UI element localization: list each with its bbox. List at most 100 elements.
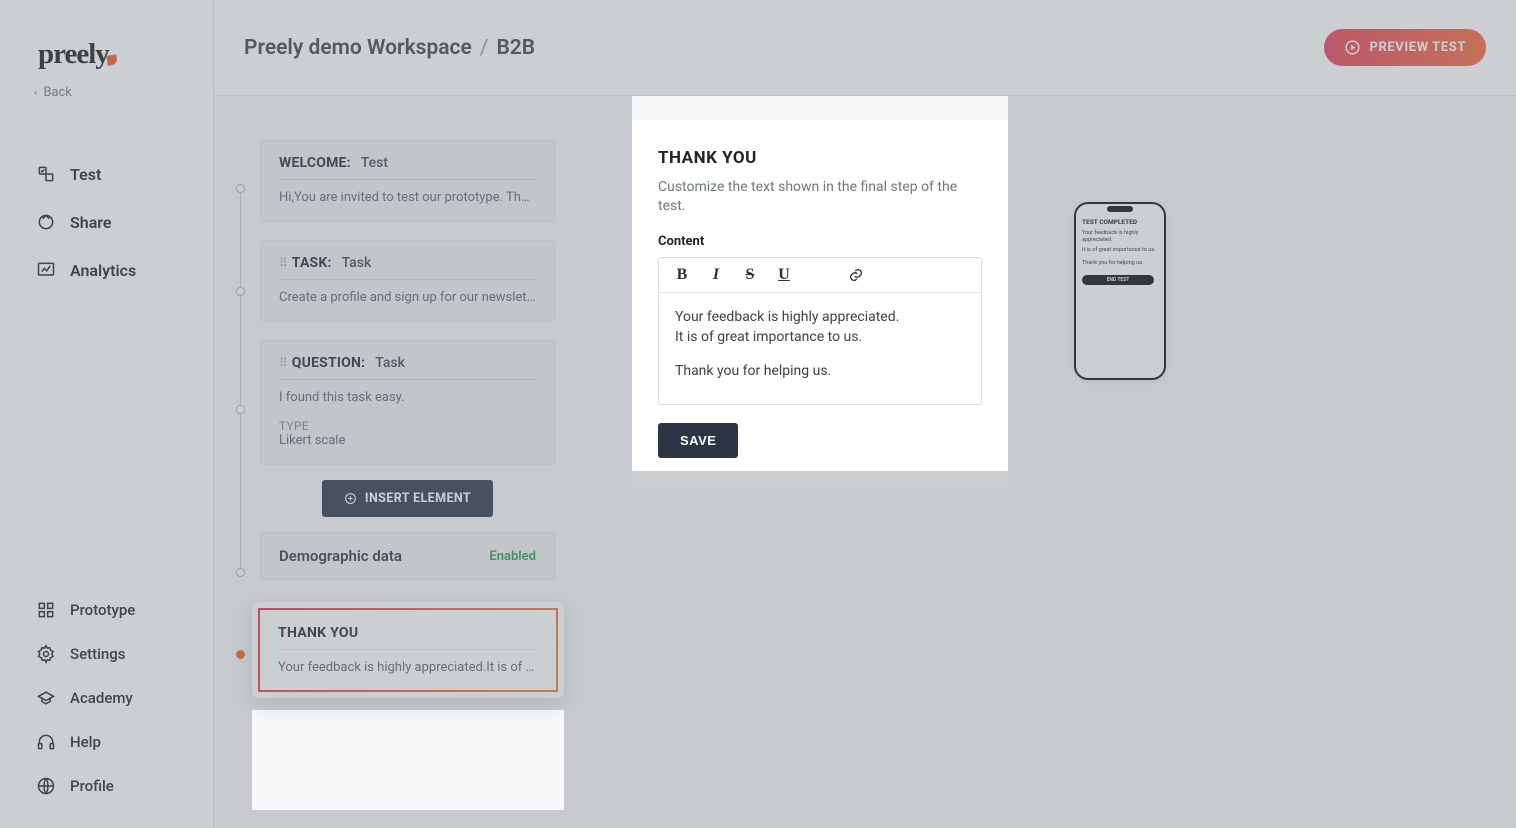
- sidebar-item-label: Test: [70, 165, 101, 184]
- step-body: Create a profile and sign up for our new…: [279, 280, 536, 305]
- step-value: Test: [361, 155, 388, 171]
- italic-button[interactable]: I: [707, 266, 725, 284]
- timeline-dot: [236, 568, 245, 577]
- play-circle-icon: [1344, 39, 1361, 56]
- academy-icon: [36, 688, 56, 708]
- drag-handle-icon[interactable]: ⠿: [279, 356, 286, 370]
- editor-description: Customize the text shown in the final st…: [658, 178, 982, 216]
- timeline-dot: [236, 287, 245, 296]
- underline-button[interactable]: U: [775, 266, 793, 284]
- strikethrough-button[interactable]: S: [741, 266, 759, 284]
- phone-title: TEST COMPLETED: [1082, 218, 1158, 226]
- logo-dot-icon: [106, 54, 118, 66]
- sidebar: preely ‹ Back Test Share Analytics Proto…: [0, 0, 214, 828]
- step-body: Hi,You are invited to test our prototype…: [279, 180, 536, 205]
- step-card-demographic[interactable]: Demographic data Enabled: [260, 532, 555, 580]
- step-type-value: Likert scale: [279, 433, 536, 448]
- rte-line: It is of great importance to us.: [675, 327, 965, 347]
- preview-test-button[interactable]: PREVIEW TEST: [1324, 29, 1486, 66]
- step-card-question[interactable]: ⠿ QUESTION: Task I found this task easy.…: [260, 340, 555, 465]
- step-body: I found this task easy.: [279, 380, 536, 405]
- sidebar-item-label: Analytics: [70, 261, 136, 280]
- breadcrumb-sep: /: [480, 36, 489, 60]
- sidebar-nav-bottom: Prototype Settings Academy Help Profile: [0, 588, 213, 808]
- save-label: SAVE: [680, 433, 716, 448]
- demographic-title: Demographic data: [279, 547, 402, 565]
- sidebar-item-academy[interactable]: Academy: [0, 676, 213, 720]
- sidebar-item-share[interactable]: Share: [0, 198, 213, 246]
- phone-content: TEST COMPLETED Your feedback is highly a…: [1082, 218, 1158, 285]
- gear-icon: [36, 644, 56, 664]
- sidebar-item-help[interactable]: Help: [0, 720, 213, 764]
- globe-icon: [36, 776, 56, 796]
- step-card-task[interactable]: ⠿ TASK: Task Create a profile and sign u…: [260, 240, 555, 322]
- sidebar-item-label: Profile: [70, 777, 114, 795]
- step-type-label: TYPE: [279, 419, 536, 433]
- save-button[interactable]: SAVE: [658, 423, 738, 458]
- breadcrumb: Preely demo Workspace / B2B: [244, 36, 535, 60]
- sidebar-item-label: Help: [70, 733, 101, 751]
- checklist-icon: [36, 164, 56, 184]
- phone-end-button: END TEST: [1082, 275, 1154, 285]
- editor-heading: THANK YOU: [658, 148, 982, 168]
- app-logo: preely: [38, 38, 213, 71]
- timeline-dot-active: [236, 650, 245, 659]
- thankyou-body: Your feedback is highly appreciated.It i…: [278, 650, 538, 675]
- step-card-thankyou-highlight: THANK YOU Your feedback is highly apprec…: [252, 602, 564, 698]
- rte-line: Thank you for helping us.: [675, 361, 965, 381]
- breadcrumb-workspace[interactable]: Preely demo Workspace: [244, 36, 472, 60]
- phone-line: Your feedback is highly appreciated.: [1082, 230, 1158, 244]
- chevron-left-icon: ‹: [34, 86, 37, 99]
- step-label: TASK:: [292, 255, 332, 271]
- headset-icon: [36, 732, 56, 752]
- sidebar-item-profile[interactable]: Profile: [0, 764, 213, 808]
- sidebar-item-label: Prototype: [70, 601, 135, 619]
- steps-column: WELCOME: Test Hi,You are invited to test…: [232, 140, 602, 698]
- timeline-line: [240, 184, 241, 568]
- sidebar-item-label: Settings: [70, 645, 126, 663]
- phone-line: Thank you for helping us.: [1082, 260, 1158, 267]
- rte-content[interactable]: Your feedback is highly appreciated. It …: [659, 293, 981, 404]
- sidebar-item-label: Academy: [70, 689, 133, 707]
- editor-panel: THANK YOU Customize the text shown in th…: [632, 120, 1008, 488]
- phone-preview: TEST COMPLETED Your feedback is highly a…: [1074, 202, 1166, 380]
- logo-text: preely: [38, 38, 109, 70]
- drag-handle-icon[interactable]: ⠿: [279, 256, 286, 270]
- demographic-status: Enabled: [489, 549, 536, 564]
- phone-line: It is of great importance to us.: [1082, 247, 1158, 254]
- rte-toolbar: B I S U: [659, 258, 981, 293]
- insert-element-label: INSERT ELEMENT: [365, 491, 471, 506]
- content-field-label: Content: [658, 234, 982, 249]
- bold-button[interactable]: B: [673, 266, 691, 284]
- thankyou-title: THANK YOU: [278, 625, 538, 650]
- insert-element-button[interactable]: INSERT ELEMENT: [322, 480, 493, 517]
- link-icon: [848, 267, 864, 283]
- sidebar-item-test[interactable]: Test: [0, 150, 213, 198]
- back-label: Back: [43, 85, 72, 100]
- plus-circle-icon: [344, 492, 357, 505]
- step-card-welcome[interactable]: WELCOME: Test Hi,You are invited to test…: [260, 140, 555, 222]
- timeline-dot: [236, 405, 245, 414]
- step-value: Task: [375, 355, 405, 371]
- step-card-thankyou[interactable]: THANK YOU Your feedback is highly apprec…: [258, 608, 558, 692]
- breadcrumb-project[interactable]: B2B: [496, 36, 535, 60]
- preview-test-label: PREVIEW TEST: [1369, 40, 1466, 55]
- sidebar-item-analytics[interactable]: Analytics: [0, 246, 213, 294]
- chart-icon: [36, 260, 56, 280]
- timeline-dot: [236, 184, 245, 193]
- link-button[interactable]: [847, 266, 865, 284]
- step-value: Task: [342, 255, 372, 271]
- step-label: WELCOME:: [279, 155, 351, 171]
- sidebar-item-prototype[interactable]: Prototype: [0, 588, 213, 632]
- sidebar-item-label: Share: [70, 213, 112, 232]
- rich-text-editor: B I S U Your feedback is highly apprecia…: [658, 257, 982, 405]
- share-icon: [36, 212, 56, 232]
- grid-icon: [36, 600, 56, 620]
- topbar: Preely demo Workspace / B2B PREVIEW TEST: [214, 0, 1516, 96]
- sidebar-nav-main: Test Share Analytics: [0, 150, 213, 294]
- rte-line: Your feedback is highly appreciated.: [675, 307, 965, 327]
- sidebar-item-settings[interactable]: Settings: [0, 632, 213, 676]
- phone-notch: [1107, 206, 1133, 212]
- back-link[interactable]: ‹ Back: [34, 85, 213, 100]
- main: WELCOME: Test Hi,You are invited to test…: [214, 96, 1516, 828]
